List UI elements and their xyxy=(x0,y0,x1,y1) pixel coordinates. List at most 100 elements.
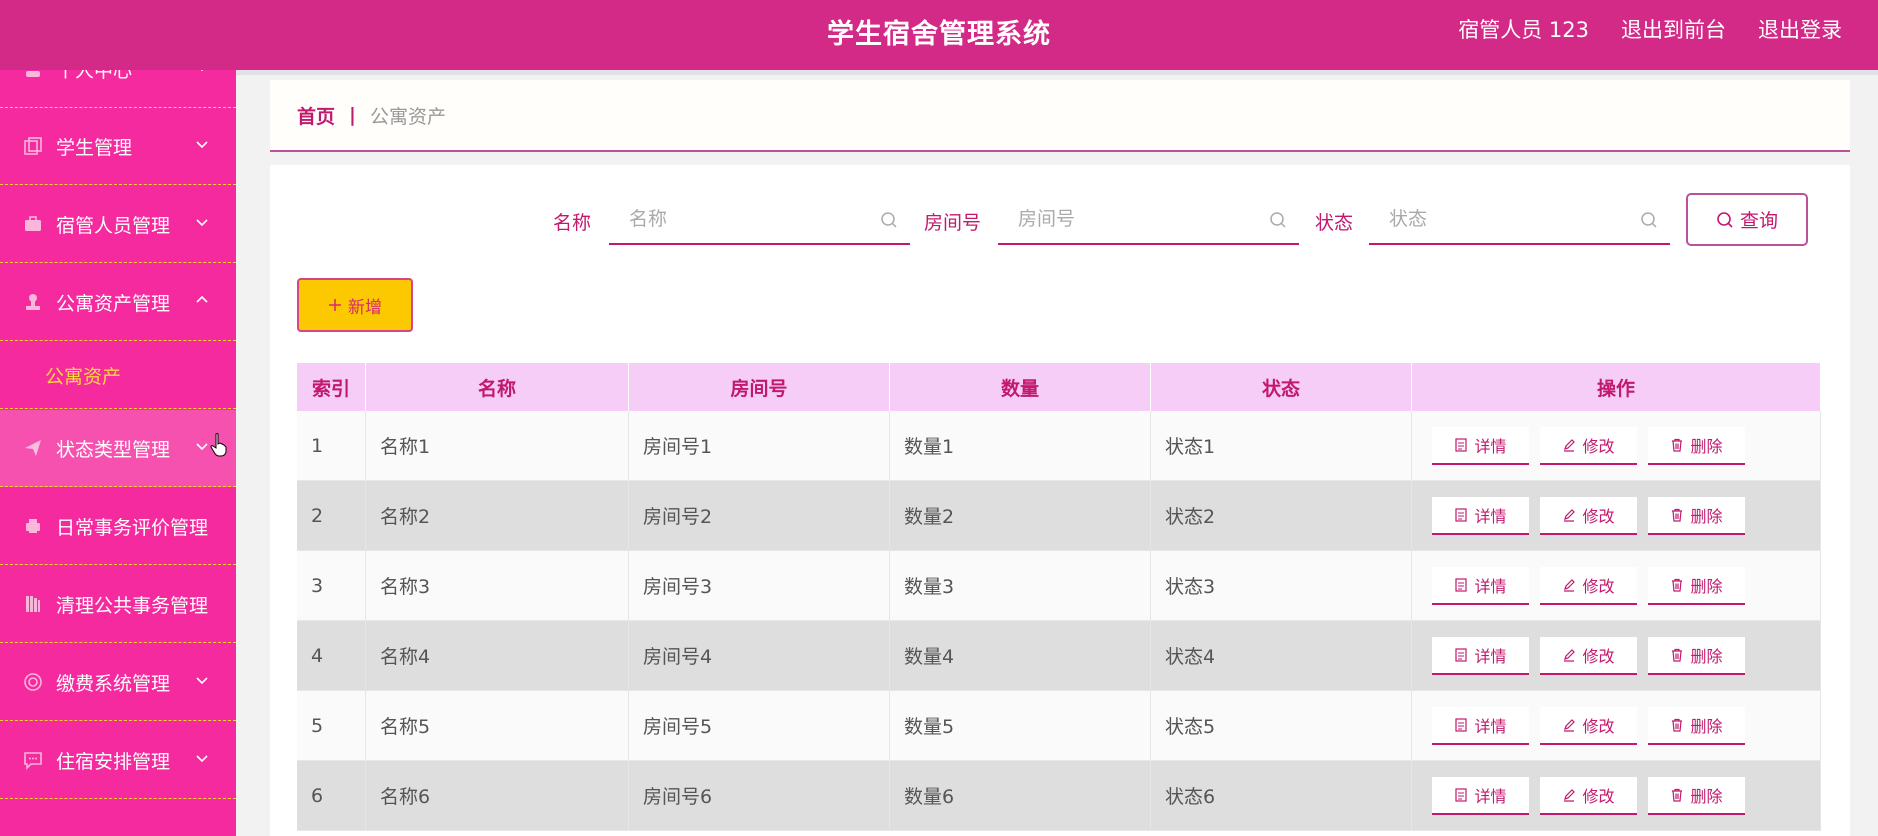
cell-quantity: 数量2 xyxy=(890,481,1151,550)
pencil-icon xyxy=(1564,718,1576,732)
sidebar-item-label: 住宿安排管理 xyxy=(56,750,171,773)
sidebar-item-status-types[interactable]: 状态类型管理 xyxy=(0,410,236,487)
pencil-icon xyxy=(1564,648,1576,662)
room-label: 房间号 xyxy=(924,212,982,234)
detail-button[interactable]: 详情 xyxy=(1432,776,1529,815)
edit-button[interactable]: 修改 xyxy=(1540,776,1637,815)
table-row: 1 名称1 房间号1 数量1 状态1 详情 修改 删除 xyxy=(297,411,1821,481)
edit-button[interactable]: 修改 xyxy=(1540,636,1637,675)
cell-room: 房间号3 xyxy=(629,551,890,620)
sidebar-item-label: 学生管理 xyxy=(56,136,133,159)
delete-button[interactable]: 删除 xyxy=(1648,636,1745,675)
asset-table: 索引 名称 房间号 数量 状态 操作 1 名称1 房间号1 数量1 状态1 详情… xyxy=(297,363,1821,831)
cell-status: 状态2 xyxy=(1151,481,1412,550)
cell-actions: 详情 修改 删除 xyxy=(1412,691,1821,760)
search-icon xyxy=(1717,211,1733,228)
cell-quantity: 数量5 xyxy=(890,691,1151,760)
chevron-down-icon xyxy=(196,219,208,227)
detail-button[interactable]: 详情 xyxy=(1432,706,1529,745)
trash-icon xyxy=(1672,788,1683,802)
header-divider xyxy=(0,70,1878,75)
name-label: 名称 xyxy=(553,212,592,234)
table-body: 1 名称1 房间号1 数量1 状态1 详情 修改 删除 2 名称2 房间号2 数… xyxy=(297,411,1821,831)
edit-button[interactable]: 修改 xyxy=(1540,566,1637,605)
briefcase-icon xyxy=(22,213,44,235)
cell-index: 2 xyxy=(297,481,366,550)
user-name[interactable]: 宿管人员 123 xyxy=(1458,14,1589,44)
delete-label: 删除 xyxy=(1690,646,1723,666)
book-icon xyxy=(22,593,44,615)
cell-name: 名称5 xyxy=(366,691,629,760)
delete-button[interactable]: 删除 xyxy=(1648,706,1745,745)
sidebar-item-daily-evaluation[interactable]: 日常事务评价管理 xyxy=(0,488,236,565)
document-icon xyxy=(1455,577,1468,592)
table-header: 索引 名称 房间号 数量 状态 操作 xyxy=(297,363,1821,411)
document-icon xyxy=(1455,787,1468,802)
detail-button[interactable]: 详情 xyxy=(1432,636,1529,675)
chevron-down-icon xyxy=(196,755,208,763)
sidebar-item-public-cleaning[interactable]: 清理公共事务管理 xyxy=(0,566,236,643)
trash-icon xyxy=(1672,718,1683,732)
edit-button[interactable]: 修改 xyxy=(1540,426,1637,465)
delete-button[interactable]: 删除 xyxy=(1648,426,1745,465)
edit-label: 修改 xyxy=(1582,646,1615,666)
stamp-icon xyxy=(22,291,44,313)
query-button[interactable]: 查询 xyxy=(1686,193,1808,246)
add-button[interactable]: 新增 xyxy=(297,278,413,332)
delete-label: 删除 xyxy=(1690,436,1723,456)
logout-link[interactable]: 退出登录 xyxy=(1758,14,1842,44)
sidebar-item-label: 宿管人员管理 xyxy=(56,214,171,237)
cell-name: 名称3 xyxy=(366,551,629,620)
sidebar: 个人中心 学生管理 宿管人员管理 公寓资产管理 公寓资产 状态类型管理 日常事务… xyxy=(0,70,236,836)
sidebar-item-label: 状态类型管理 xyxy=(56,438,171,461)
delete-button[interactable]: 删除 xyxy=(1648,566,1745,605)
sidebar-item-accommodation[interactable]: 住宿安排管理 xyxy=(0,722,236,799)
table-row: 6 名称6 房间号6 数量6 状态6 详情 修改 删除 xyxy=(297,761,1821,831)
user-icon xyxy=(22,70,44,80)
sidebar-item-students[interactable]: 学生管理 xyxy=(0,108,236,185)
pencil-icon xyxy=(1564,508,1576,522)
sidebar-item-payment[interactable]: 缴费系统管理 xyxy=(0,644,236,721)
header-name: 名称 xyxy=(366,363,629,411)
header-index: 索引 xyxy=(297,363,366,411)
back-to-front-link[interactable]: 退出到前台 xyxy=(1621,14,1726,44)
cell-room: 房间号5 xyxy=(629,691,890,760)
sidebar-item-assets[interactable]: 公寓资产管理 xyxy=(0,264,236,341)
search-icon xyxy=(881,212,897,228)
cell-index: 1 xyxy=(297,411,366,480)
document-icon xyxy=(1455,647,1468,662)
sidebar-item-label: 个人中心 xyxy=(56,70,133,82)
delete-label: 删除 xyxy=(1690,786,1723,806)
chevron-down-icon xyxy=(196,141,208,149)
delete-label: 删除 xyxy=(1690,576,1723,596)
edit-button[interactable]: 修改 xyxy=(1540,706,1637,745)
name-search-box xyxy=(609,197,910,245)
status-input[interactable] xyxy=(1369,197,1670,241)
cell-quantity: 数量3 xyxy=(890,551,1151,620)
detail-label: 详情 xyxy=(1474,646,1507,666)
edit-button[interactable]: 修改 xyxy=(1540,496,1637,535)
cell-room: 房间号1 xyxy=(629,411,890,480)
cell-index: 4 xyxy=(297,621,366,690)
pencil-icon xyxy=(1564,438,1576,452)
detail-button[interactable]: 详情 xyxy=(1432,426,1529,465)
room-input[interactable] xyxy=(998,197,1299,241)
cell-room: 房间号6 xyxy=(629,761,890,830)
sidebar-item-personal[interactable]: 个人中心 xyxy=(0,70,236,108)
breadcrumb-home[interactable]: 首页 xyxy=(297,102,335,129)
detail-button[interactable]: 详情 xyxy=(1432,496,1529,535)
submenu-apartment-assets[interactable]: 公寓资产 xyxy=(0,342,236,409)
name-input[interactable] xyxy=(609,197,910,241)
chevron-down-icon xyxy=(196,443,208,451)
cell-room: 房间号2 xyxy=(629,481,890,550)
detail-label: 详情 xyxy=(1474,786,1507,806)
sidebar-item-label: 日常事务评价管理 xyxy=(56,516,209,539)
edit-label: 修改 xyxy=(1582,576,1615,596)
detail-button[interactable]: 详情 xyxy=(1432,566,1529,605)
delete-button[interactable]: 删除 xyxy=(1648,776,1745,815)
delete-button[interactable]: 删除 xyxy=(1648,496,1745,535)
sidebar-item-dorm-staff[interactable]: 宿管人员管理 xyxy=(0,186,236,263)
room-search-box xyxy=(998,197,1299,245)
cell-name: 名称2 xyxy=(366,481,629,550)
cell-room: 房间号4 xyxy=(629,621,890,690)
